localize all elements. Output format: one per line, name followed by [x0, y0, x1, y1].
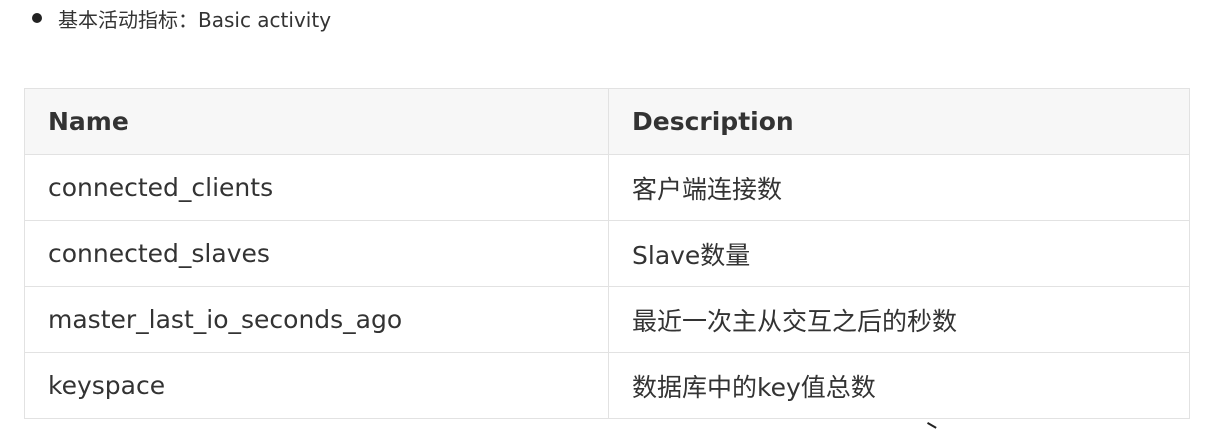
metric-description-cell: 最近一次主从交互之后的秒数 — [608, 286, 1190, 353]
metric-name-cell: keyspace — [24, 352, 609, 419]
metric-description-cell: 客户端连接数 — [608, 154, 1190, 221]
table-row: master_last_io_seconds_ago 最近一次主从交互之后的秒数 — [24, 286, 1190, 353]
metric-name-cell: master_last_io_seconds_ago — [24, 286, 609, 353]
mouse-cursor-icon — [923, 422, 937, 435]
metric-description-cell: Slave数量 — [608, 220, 1190, 287]
metric-name-cell: connected_clients — [24, 154, 609, 221]
table-header-row: Name Description — [24, 88, 1190, 155]
table-row: keyspace 数据库中的key值总数 — [24, 352, 1190, 419]
column-header-name: Name — [24, 88, 609, 155]
bullet-icon — [32, 13, 42, 23]
column-header-description: Description — [608, 88, 1190, 155]
table-row: connected_clients 客户端连接数 — [24, 154, 1190, 221]
table-row: connected_slaves Slave数量 — [24, 220, 1190, 287]
metric-name-cell: connected_slaves — [24, 220, 609, 287]
metric-description-cell: 数据库中的key值总数 — [608, 352, 1190, 419]
metrics-table: Name Description connected_clients 客户端连接… — [24, 88, 1190, 419]
section-heading-text: 基本活动指标：Basic activity — [58, 7, 332, 32]
section-heading: 基本活动指标：Basic activity — [32, 4, 331, 32]
